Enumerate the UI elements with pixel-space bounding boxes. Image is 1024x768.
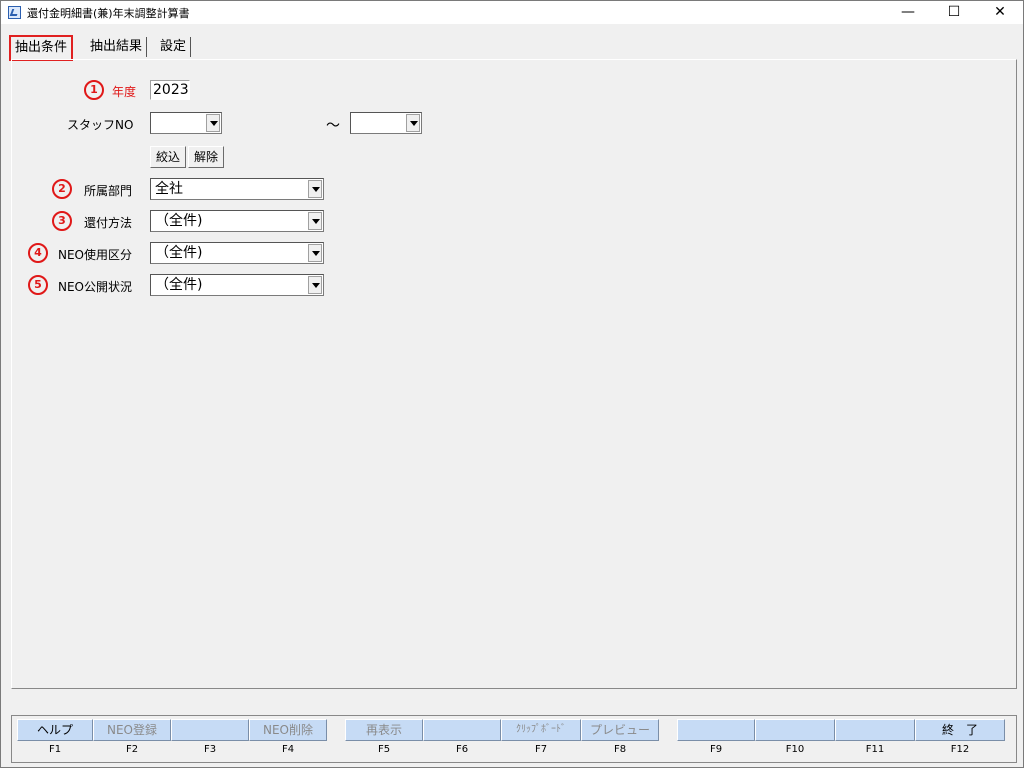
marker-4: 4: [28, 243, 48, 263]
refund-method-value: （全件): [155, 213, 203, 229]
chevron-down-icon[interactable]: [206, 114, 220, 132]
f2-neo-register-button[interactable]: NEO登録: [93, 719, 171, 741]
refund-method-select[interactable]: （全件): [150, 210, 324, 232]
f5-key-label: F5: [377, 744, 391, 755]
staff-no-label: スタッフNO: [67, 118, 134, 132]
f2-key-label: F2: [125, 744, 139, 755]
app-window: 還付金明細書(兼)年末調整計算書 — ☐ ✕ 抽出条件 抽出結果 設定 1 年度…: [0, 0, 1024, 768]
f6-button[interactable]: [423, 719, 501, 741]
maximize-button[interactable]: ☐: [931, 1, 977, 24]
f9-key-label: F9: [709, 744, 723, 755]
filter-button[interactable]: 絞込: [150, 146, 186, 168]
f4-key-label: F4: [281, 744, 295, 755]
f10-button[interactable]: [755, 719, 835, 741]
neo-publish-select[interactable]: （全件): [150, 274, 324, 296]
f7-clipboard-button[interactable]: ｸﾘｯﾌﾟﾎﾞｰﾄﾞ: [501, 719, 581, 741]
chevron-down-icon[interactable]: [308, 276, 322, 294]
f12-key-label: F12: [950, 744, 970, 755]
marker-2: 2: [52, 179, 72, 199]
f6-key-label: F6: [455, 744, 469, 755]
chevron-down-icon[interactable]: [308, 180, 322, 198]
f3-button[interactable]: [171, 719, 249, 741]
staff-no-to-select[interactable]: [350, 112, 422, 134]
neo-publish-label: NEO公開状況: [58, 280, 133, 294]
tab-extract-conditions[interactable]: 抽出条件: [9, 35, 74, 61]
chevron-down-icon[interactable]: [308, 212, 322, 230]
refund-method-label: 還付方法: [84, 216, 133, 230]
conditions-panel: 1 年度 2023 スタッフNO ～ 絞込 解除 2 所属部門 全社 3 還付方…: [11, 59, 1017, 689]
f1-key-label: F1: [48, 744, 62, 755]
close-button[interactable]: ✕: [977, 1, 1023, 24]
f10-key-label: F10: [785, 744, 805, 755]
clear-button[interactable]: 解除: [188, 146, 224, 168]
department-select[interactable]: 全社: [150, 178, 324, 200]
f11-key-label: F11: [865, 744, 885, 755]
staff-no-from-select[interactable]: [150, 112, 222, 134]
function-key-bar: ヘルプ NEO登録 NEO削除 再表示 ｸﾘｯﾌﾟﾎﾞｰﾄﾞ プレビュー 終 了…: [11, 715, 1017, 763]
neo-publish-value: （全件): [155, 277, 203, 293]
neo-usage-value: （全件): [155, 245, 203, 261]
year-label: 年度: [112, 85, 137, 99]
f8-preview-button[interactable]: プレビュー: [581, 719, 659, 741]
f9-button[interactable]: [677, 719, 755, 741]
marker-1: 1: [84, 80, 104, 100]
marker-5: 5: [28, 275, 48, 295]
f1-help-button[interactable]: ヘルプ: [17, 719, 93, 741]
title-bar: 還付金明細書(兼)年末調整計算書 — ☐ ✕: [1, 1, 1023, 24]
tab-settings[interactable]: 設定: [156, 37, 192, 57]
f4-neo-delete-button[interactable]: NEO削除: [249, 719, 327, 741]
f11-button[interactable]: [835, 719, 915, 741]
tab-extract-results[interactable]: 抽出結果: [86, 37, 148, 57]
f7-key-label: F7: [534, 744, 548, 755]
neo-usage-select[interactable]: （全件): [150, 242, 324, 264]
minimize-button[interactable]: —: [885, 1, 931, 24]
f12-exit-button[interactable]: 終 了: [915, 719, 1005, 741]
app-icon: [8, 6, 21, 19]
range-tilde: ～: [326, 118, 340, 134]
neo-usage-label: NEO使用区分: [58, 248, 133, 262]
tab-bar: 抽出条件 抽出結果 設定: [1, 35, 1023, 61]
f5-refresh-button[interactable]: 再表示: [345, 719, 423, 741]
f3-key-label: F3: [203, 744, 217, 755]
department-label: 所属部門: [84, 184, 133, 198]
chevron-down-icon[interactable]: [406, 114, 420, 132]
chevron-down-icon[interactable]: [308, 244, 322, 262]
window-title: 還付金明細書(兼)年末調整計算書: [27, 7, 190, 20]
marker-3: 3: [52, 211, 72, 231]
f8-key-label: F8: [613, 744, 627, 755]
year-input[interactable]: 2023: [150, 80, 190, 100]
department-value: 全社: [155, 181, 183, 197]
